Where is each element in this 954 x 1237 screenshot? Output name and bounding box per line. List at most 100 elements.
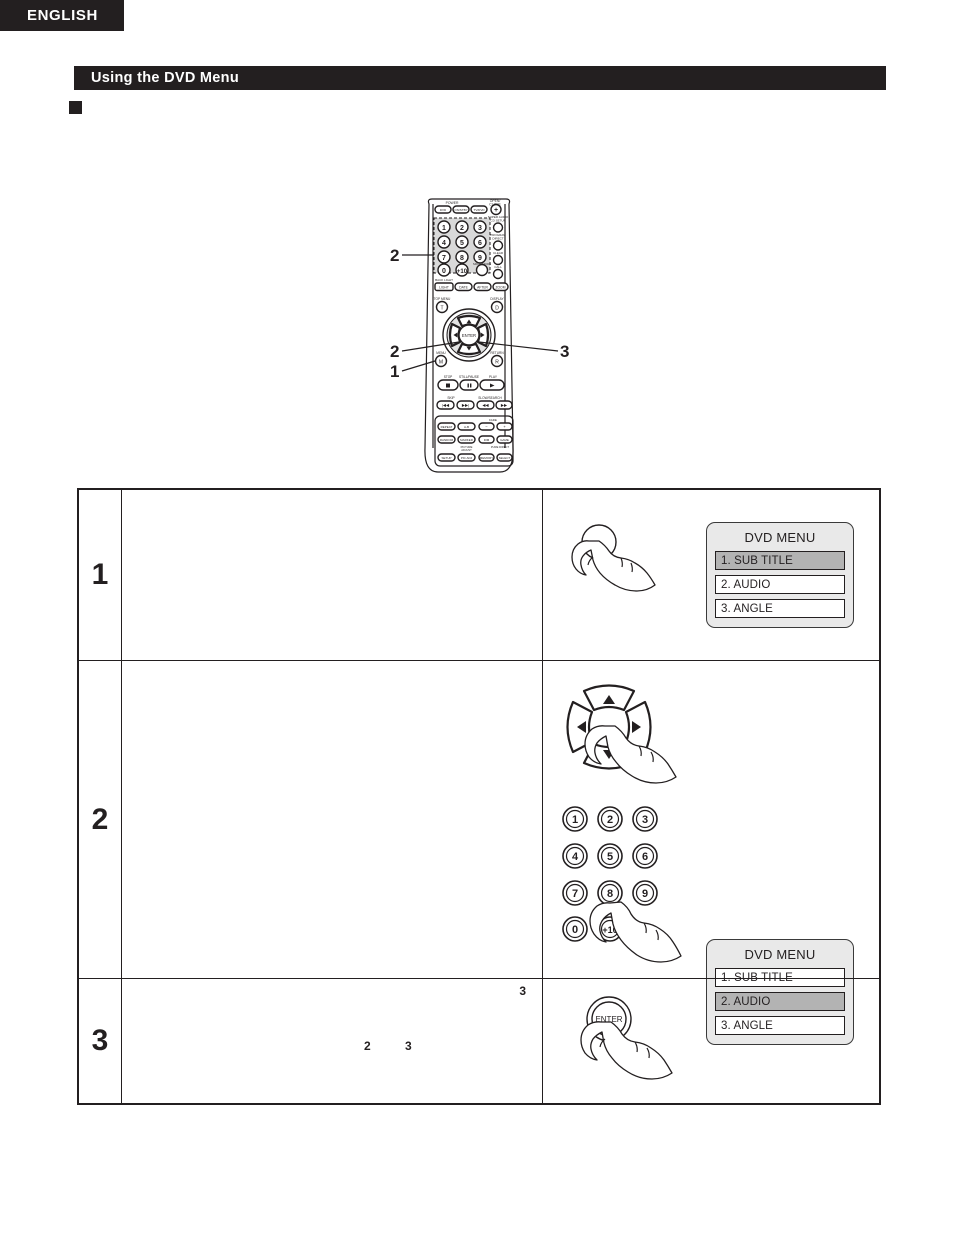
remote-callout-2-numbers: 2 (390, 246, 400, 265)
svg-text:5: 5 (460, 240, 464, 247)
remote-cursor-pad: ENTER (442, 308, 496, 362)
svg-text:▶▶|: ▶▶| (462, 403, 469, 408)
step-number: 3 (91, 1024, 109, 1057)
step-number-cell: 2 (79, 661, 122, 978)
remote-callout-3-enter: 3 (560, 342, 570, 361)
press-enter-button-hand-icon: ENTER (580, 996, 673, 1080)
svg-text:D: D (495, 306, 499, 312)
remote-transport-buttons: STOP STILL/PAUSE PLAY (437, 375, 505, 391)
remote-right-column: SUPER AUDIO CD SETUP PROGRAM DIRECT CLEA… (488, 215, 509, 280)
svg-text:6: 6 (642, 851, 648, 863)
svg-text:MARKER: MARKER (460, 438, 474, 442)
remote-callout-1-menu: 1 (390, 362, 400, 381)
step-table: 1 DVD MENU 1. SUB TITLE 2. AUDIO 3. ANGL… (77, 488, 881, 1105)
svg-text:▶▶: ▶▶ (501, 403, 508, 408)
svg-text:2: 2 (460, 225, 464, 232)
step-description-cell: 2 3 (122, 979, 543, 1103)
keypad-key: 4 (562, 843, 588, 869)
keypad-key: 5 (597, 843, 623, 869)
svg-text:|◀◀: |◀◀ (442, 403, 450, 408)
step-number-cell: 3 (79, 979, 122, 1103)
step-description-cell: 3 (122, 661, 543, 998)
table-row: 3 2 3 ENTER (79, 978, 879, 1103)
keypad-key: 8 (597, 880, 623, 906)
svg-text:R: R (495, 360, 499, 366)
svg-text:6: 6 (478, 240, 482, 247)
svg-text:SLOW/SEARCH: SLOW/SEARCH (478, 396, 502, 400)
svg-text:8: 8 (607, 888, 613, 900)
svg-text:STILL/PAUSE: STILL/PAUSE (459, 375, 479, 379)
cursor-pad-icon (566, 684, 677, 784)
svg-text:PIC ADJ: PIC ADJ (461, 456, 473, 460)
svg-text:DIRECT: DIRECT (492, 237, 503, 241)
svg-text:+10: +10 (457, 269, 468, 275)
svg-text:1: 1 (572, 814, 578, 826)
svg-text:CD SETUP: CD SETUP (490, 219, 505, 223)
step-number-cell: 1 (79, 490, 122, 660)
inline-step-reference: 2 (364, 1039, 371, 1053)
section-title: Using the DVD Menu (91, 70, 239, 86)
step-number: 2 (91, 802, 109, 836)
remote-skip-search: SKIP SLOW/SEARCH |◀◀ ▶▶| ◀◀ ▶▶ (436, 396, 513, 410)
keypad-key: 1 (562, 806, 588, 832)
svg-text:DVD: DVD (440, 208, 447, 212)
section-header-bar: Using the DVD Menu (74, 66, 886, 90)
svg-text:CALL: CALL (494, 265, 502, 269)
svg-text:DATE: DATE (459, 286, 468, 290)
svg-text:T: T (440, 306, 443, 312)
svg-text:SETUP: SETUP (441, 456, 451, 460)
svg-text:A-B: A-B (464, 425, 469, 429)
svg-text:ENTER: ENTER (462, 333, 476, 338)
dvd-menu-item-audio[interactable]: 2. AUDIO (715, 575, 845, 594)
step-illustration-cell: 1 2 3 4 5 6 7 8 9 0 +10 DVD MENU 1. SUB … (543, 661, 879, 1045)
svg-text:MENU: MENU (436, 351, 446, 355)
number-keypad-icon: 1 2 3 4 5 6 7 8 9 0 +10 (562, 806, 682, 963)
svg-text:SKIP: SKIP (447, 396, 454, 400)
svg-text:MEMORY: MEMORY (480, 456, 493, 460)
dvd-menu-item-angle[interactable]: 3. ANGLE (715, 599, 845, 618)
svg-text:◀◀: ◀◀ (482, 403, 489, 408)
remote-function-row: BACK LIGHT LIGHT DATE AFTER ZOOM (434, 278, 509, 292)
svg-text:RANDOM: RANDOM (440, 438, 454, 442)
svg-text:8: 8 (460, 255, 464, 262)
keypad-key: 9 (632, 880, 658, 906)
svg-text:5: 5 (607, 851, 613, 863)
dvd-menu-item-subtitle[interactable]: 1. SUB TITLE (715, 551, 845, 570)
remote-number-buttons: 1 2 3 4 5 6 7 8 9 0 +10 SRCH MODE (433, 217, 491, 277)
step-illustration-cell: DVD MENU 1. SUB TITLE 2. AUDIO 3. ANGLE (543, 490, 879, 660)
step-illustration-cell: ENTER (543, 979, 879, 1103)
remote-top-buttons: POWER OPEN/ CLOSE DVD ON/STBY TV/DVD + (434, 199, 502, 216)
dvd-menu-title: DVD MENU (744, 530, 816, 545)
language-tab-label: ENGLISH (27, 7, 98, 24)
inline-step-reference: 3 (405, 1039, 412, 1053)
svg-text:3: 3 (642, 814, 648, 826)
svg-text:TV/DVD: TV/DVD (473, 208, 485, 212)
square-bullet-icon (69, 101, 82, 114)
keypad-key: 6 (632, 843, 658, 869)
svg-text:1: 1 (442, 225, 446, 232)
svg-text:PURE DIRECT: PURE DIRECT (491, 445, 510, 449)
svg-text:9: 9 (642, 888, 648, 900)
remote-bottom-bank: FADE REPEAT A-B − + RANDOM MARKER DIM GA… (434, 415, 514, 467)
svg-text:POWER: POWER (446, 201, 459, 205)
step-description-cell (122, 490, 543, 660)
keypad-key: 2 (597, 806, 623, 832)
svg-text:7: 7 (572, 888, 578, 900)
svg-text:2: 2 (607, 814, 613, 826)
svg-text:7: 7 (442, 255, 446, 262)
svg-text:9: 9 (478, 255, 482, 262)
table-row: 2 3 1 2 3 4 5 6 7 8 9 0 +10 DVD MENU 1. … (79, 660, 879, 1045)
svg-text:4: 4 (572, 851, 579, 863)
table-row: 1 DVD MENU 1. SUB TITLE 2. AUDIO 3. ANGL… (79, 490, 879, 660)
svg-text:STOP: STOP (444, 375, 453, 379)
svg-text:AFTER: AFTER (477, 286, 488, 290)
svg-text:ON/STBY: ON/STBY (454, 208, 467, 212)
svg-text:CLEAR: CLEAR (493, 251, 504, 255)
svg-text:0: 0 (572, 924, 578, 936)
svg-text:M: M (439, 360, 443, 366)
svg-text:ADJUST: ADJUST (461, 448, 472, 452)
remote-callout-2-cursor: 2 (390, 342, 400, 361)
remote-control-figure: POWER OPEN/ CLOSE DVD ON/STBY TV/DVD + 1… (380, 190, 580, 485)
keypad-key: 3 (632, 806, 658, 832)
svg-text:FADE: FADE (489, 418, 497, 422)
